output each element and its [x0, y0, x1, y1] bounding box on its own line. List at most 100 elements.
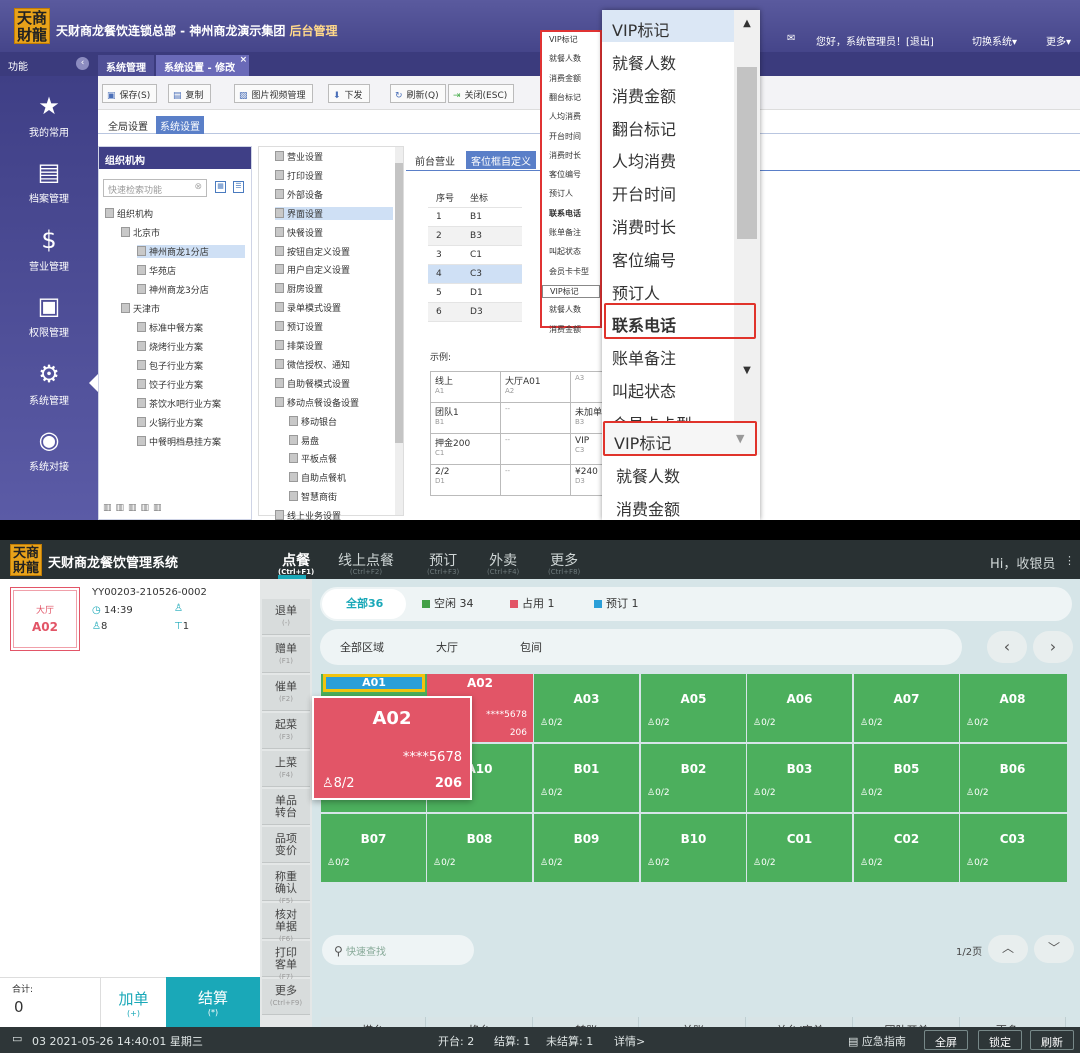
prev-button[interactable]: ‹ — [987, 631, 1027, 663]
seq-row[interactable]: 4 C3 — [428, 264, 523, 284]
side-button[interactable]: 退单 (-) — [262, 599, 310, 635]
side-button[interactable]: 上菜 (F4) — [262, 751, 310, 787]
table-cell[interactable]: B01 ♙0/2 — [534, 744, 639, 812]
fullscreen-button[interactable]: 全屏 — [924, 1030, 968, 1050]
clear-icon[interactable]: ⊗ — [194, 182, 202, 192]
settings-item[interactable]: 微信授权、通知 — [275, 358, 350, 371]
status-filter[interactable]: 预订 1 — [594, 587, 639, 617]
area-filter[interactable]: 包间 — [520, 639, 542, 669]
sidebar-item-favorites[interactable]: ★ 我的常用 — [0, 92, 98, 139]
close-tab-icon[interactable]: × — [240, 55, 248, 65]
sidebar-item-business[interactable]: $ 营业管理 — [0, 226, 98, 273]
more-menu[interactable]: 更多▾ — [1046, 33, 1071, 48]
table-cell[interactable]: B10 ♙0/2 — [641, 814, 746, 882]
refresh-button[interactable]: 刷新 — [1030, 1030, 1074, 1050]
settings-item[interactable]: 移动点餐设备设置 — [275, 396, 359, 409]
status-filter[interactable]: 占用 1 — [510, 587, 555, 617]
org-search-input[interactable]: 快速检索功能 ⊗ — [103, 179, 207, 197]
tree-item[interactable]: 神州商龙3分店 — [137, 283, 209, 296]
seq-row[interactable]: 6 D3 — [428, 302, 523, 322]
table-cell[interactable]: A03 ♙0/2 — [534, 674, 639, 742]
tab-system-settings-edit[interactable]: 系统设置 - 修改 × — [156, 55, 250, 76]
settings-item[interactable]: 外部设备 — [275, 188, 323, 201]
dropdown-top-value[interactable]: VIP标记 — [612, 17, 669, 41]
side-button[interactable]: 赠单 (F1) — [262, 637, 310, 673]
table-a02-popup[interactable]: A02 ****5678 ♙8/2 206 — [312, 696, 472, 800]
small-dropdown-item[interactable]: 就餐人数 — [549, 53, 581, 64]
add-order-button[interactable]: 加单 (+) — [100, 977, 166, 1027]
scroll-down-icon[interactable]: ▼ — [734, 365, 760, 376]
table-cell[interactable]: C01 ♙0/2 — [747, 814, 852, 882]
table-cell[interactable]: B06 ♙0/2 — [960, 744, 1067, 812]
small-dropdown-item[interactable]: 消费金额 — [549, 73, 581, 84]
side-button[interactable]: 称重 确认 (F5) — [262, 865, 310, 905]
side-button[interactable]: 起菜 (F3) — [262, 713, 310, 749]
settings-item[interactable]: 快餐设置 — [275, 226, 323, 239]
dropdown-option[interactable]: 人均消费 — [612, 148, 676, 172]
grid-view-icon[interactable]: ▦ — [215, 181, 226, 193]
dropdown-option[interactable]: 翻台标记 — [612, 116, 676, 140]
settings-item[interactable]: 界面设置 — [275, 206, 393, 220]
tab-system-settings[interactable]: 系统设置 — [156, 116, 204, 134]
settings-item[interactable]: 厨房设置 — [275, 282, 323, 295]
side-button[interactable]: 核对 单据 (F6) — [262, 903, 310, 943]
settings-scrollbar[interactable] — [395, 147, 403, 515]
lock-button[interactable]: 锁定 — [978, 1030, 1022, 1050]
tree-item[interactable]: 标准中餐方案 — [137, 321, 203, 334]
emergency-guide[interactable]: ▤ 应急指南 — [848, 1033, 906, 1049]
small-dropdown-item[interactable]: 消费时长 — [549, 150, 581, 161]
seq-row[interactable]: 2 B3 — [428, 226, 523, 246]
settings-item[interactable]: 按钮自定义设置 — [275, 245, 350, 258]
dropdown-option[interactable]: 账单备注 — [612, 345, 676, 369]
table-cell[interactable]: B08 ♙0/2 — [427, 814, 532, 882]
table-cell[interactable]: A06 ♙0/2 — [747, 674, 852, 742]
side-button[interactable]: 单品 转台 — [262, 789, 310, 825]
small-dropdown-item[interactable]: 人均消费 — [549, 111, 581, 122]
side-button[interactable]: 更多 (Ctrl+F9) — [262, 979, 310, 1015]
dropdown-option[interactable]: 叫起状态 — [612, 378, 676, 402]
table-cell[interactable]: A05 ♙0/2 — [641, 674, 746, 742]
table-cell[interactable]: B03 ♙0/2 — [747, 744, 852, 812]
table-cell[interactable]: A07 ♙0/2 — [854, 674, 959, 742]
sidebar-item-integration[interactable]: ◉ 系统对接 — [0, 426, 98, 473]
dropdown-option[interactable]: 消费金额 — [612, 83, 676, 107]
dropdown-option[interactable]: 预订人 — [612, 280, 660, 304]
small-dropdown-item[interactable]: VIP标记 — [549, 34, 578, 45]
status-detail-link[interactable]: 详情> — [614, 1033, 645, 1049]
refresh-button[interactable]: ↻ 刷新(Q) — [390, 84, 446, 103]
small-dropdown-item[interactable]: 账单备注 — [549, 227, 581, 238]
welcome-text[interactable]: 您好，系统管理员！[退出] — [816, 33, 934, 48]
settings-item[interactable]: 用户自定义设置 — [275, 263, 350, 276]
bottom-option-amount[interactable]: 消费金额 — [616, 496, 680, 520]
table-cell[interactable]: C02 ♙0/2 — [854, 814, 959, 882]
sidebar-item-permissions[interactable]: ▣ 权限管理 — [0, 292, 98, 339]
area-filter[interactable]: 大厅 — [436, 639, 458, 669]
tree-item[interactable]: 华苑店 — [137, 264, 176, 277]
media-manager-button[interactable]: ▨ 图片视频管理 — [234, 84, 313, 103]
checkout-button[interactable]: 结算 (*) — [166, 977, 260, 1027]
small-dropdown-item[interactable]: 翻台标记 — [549, 92, 581, 103]
tree-item[interactable]: 烧烤行业方案 — [137, 340, 203, 353]
tree-item[interactable]: 神州商龙1分店 — [137, 245, 245, 258]
dropdown-option[interactable]: 消费时长 — [612, 214, 676, 238]
tree-item[interactable]: 饺子行业方案 — [137, 378, 203, 391]
nav-tab[interactable]: 更多 (Ctrl+F8) — [548, 550, 580, 576]
side-button[interactable]: 品项 变价 — [262, 827, 310, 863]
small-dropdown-item[interactable]: 叫起状态 — [549, 246, 581, 257]
save-button[interactable]: ▣ 保存(S) — [102, 84, 158, 103]
tab-front-business[interactable]: 前台营业 — [410, 151, 460, 169]
copy-button[interactable]: ▤ 复制 — [168, 84, 211, 103]
small-dropdown-item[interactable]: 客位编号 — [549, 169, 581, 180]
table-cell[interactable]: B02 ♙0/2 — [641, 744, 746, 812]
nav-tab[interactable]: 线上点餐 (Ctrl+F2) — [338, 550, 394, 576]
tree-item[interactable]: 包子行业方案 — [137, 359, 203, 372]
tree-item[interactable]: 组织机构 — [105, 207, 153, 220]
small-dropdown-item[interactable]: VIP标记 — [542, 284, 600, 298]
settings-item[interactable]: 录单模式设置 — [275, 301, 341, 314]
scroll-up-icon[interactable]: ▲ — [734, 18, 760, 29]
collapse-icon[interactable]: ‹ — [76, 57, 89, 70]
dropdown-option[interactable]: 就餐人数 — [612, 50, 676, 74]
tree-item[interactable]: 北京市 — [121, 226, 160, 239]
sidebar-item-archive[interactable]: ▤ 档案管理 — [0, 158, 98, 205]
table-cell[interactable]: B07 ♙0/2 — [321, 814, 426, 882]
